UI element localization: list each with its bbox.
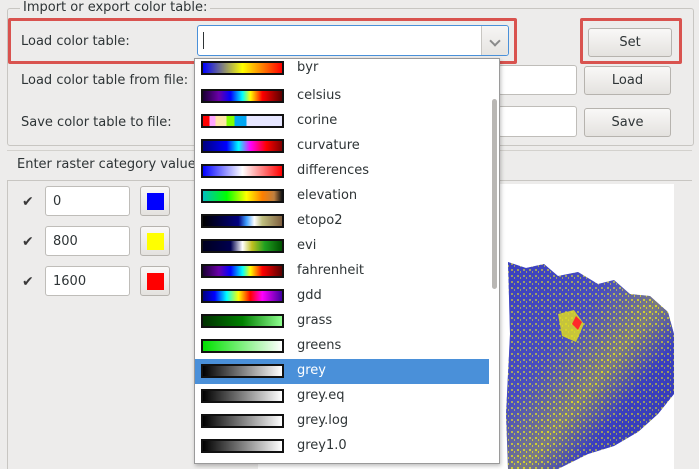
dropdown-item-label: byr: [297, 60, 319, 75]
dropdown-item[interactable]: grey.log: [195, 409, 489, 434]
ramp-preview-greens: [201, 339, 284, 353]
dropdown-item-selected[interactable]: grey: [195, 359, 489, 384]
dropdown-item[interactable]: fahrenheit: [195, 259, 489, 284]
import-export-group-title: Import or export color table:: [20, 0, 211, 15]
ramp-preview-corine: [201, 114, 284, 128]
color-picker-button-1[interactable]: [140, 226, 170, 256]
save-button[interactable]: Save: [584, 108, 671, 137]
checkbox-0[interactable]: ✔: [22, 195, 36, 209]
ramp-preview-grey-log: [201, 414, 284, 428]
dropdown-item-label: curvature: [297, 138, 360, 153]
dropdown-item-label: grass: [297, 313, 333, 328]
dropdown-item-label: celsius: [297, 88, 342, 103]
dropdown-item-label: elevation: [297, 188, 358, 203]
dropdown-item-label: grey1.0: [297, 438, 347, 453]
ramp-preview-elevation: [201, 189, 284, 203]
dropdown-item[interactable]: corine: [195, 109, 489, 134]
checkbox-1[interactable]: ✔: [22, 235, 36, 249]
dropdown-item-label: grey.log: [297, 413, 349, 428]
color-picker-button-0[interactable]: [140, 186, 170, 216]
ramp-preview-fahrenheit: [201, 264, 284, 278]
category-value-text: 1600: [53, 274, 87, 289]
load-file-path-input[interactable]: [498, 65, 577, 95]
map-shading: [506, 262, 674, 469]
dropdown-item-label: grey.eq: [297, 388, 345, 403]
dropdown-item-label: gdd: [297, 288, 322, 303]
dropdown-item-label: evi: [297, 238, 317, 253]
dropdown-item[interactable]: differences: [195, 159, 489, 184]
ramp-preview-grey: [201, 364, 284, 378]
ramp-preview-gdd: [201, 289, 284, 303]
ramp-preview-grey1-0: [201, 439, 284, 453]
load-from-file-label: Load color table from file:: [21, 73, 189, 88]
ramp-preview-grey-eq: [201, 389, 284, 403]
dropdown-item-label: differences: [297, 163, 370, 178]
category-value-input-0[interactable]: 0: [45, 186, 130, 216]
dropdown-item[interactable]: byr: [195, 59, 489, 84]
category-values-label: Enter raster category value: [17, 157, 196, 172]
checkbox-2[interactable]: ✔: [22, 275, 36, 289]
dropdown-item[interactable]: grey.eq: [195, 384, 489, 409]
dropdown-item[interactable]: curvature: [195, 134, 489, 159]
ramp-preview-differences: [201, 164, 284, 178]
dropdown-scrollbar[interactable]: [492, 99, 497, 289]
dropdown-item[interactable]: elevation: [195, 184, 489, 209]
ramp-preview-byr: [201, 61, 284, 75]
dropdown-item-label: corine: [297, 113, 338, 128]
color-picker-button-2[interactable]: [140, 266, 170, 296]
dropdown-item[interactable]: grey1.0: [195, 434, 489, 459]
ramp-preview-curvature: [201, 139, 284, 153]
load-button[interactable]: Load: [584, 66, 671, 95]
dropdown-item-label: grey: [297, 363, 327, 378]
ramp-preview-etopo2: [201, 214, 284, 228]
category-value-text: 0: [53, 194, 62, 209]
dropdown-item[interactable]: gdd: [195, 284, 489, 309]
ramp-preview-grass: [201, 314, 284, 328]
dropdown-item[interactable]: grass: [195, 309, 489, 334]
category-value-text: 800: [53, 234, 78, 249]
category-value-input-2[interactable]: 1600: [45, 266, 130, 296]
color-swatch-blue: [147, 193, 164, 210]
save-to-file-label: Save color table to file:: [21, 115, 172, 130]
color-table-dropdown-list[interactable]: byr celsius corine curvature differences…: [194, 58, 500, 464]
dropdown-item-label: etopo2: [297, 213, 343, 228]
annotation-highlight-set: [580, 18, 682, 64]
ramp-preview-evi: [201, 239, 284, 253]
color-swatch-yellow: [147, 233, 164, 250]
dropdown-item[interactable]: evi: [195, 234, 489, 259]
dropdown-item[interactable]: etopo2: [195, 209, 489, 234]
save-file-path-input[interactable]: [498, 106, 577, 137]
dropdown-item[interactable]: greens: [195, 334, 489, 359]
ramp-preview-celsius: [201, 89, 284, 103]
dropdown-item[interactable]: celsius: [195, 84, 489, 109]
dropdown-item-label: greens: [297, 338, 342, 353]
dropdown-item-label: fahrenheit: [297, 263, 365, 278]
color-swatch-red: [147, 273, 164, 290]
category-value-input-1[interactable]: 800: [45, 226, 130, 256]
